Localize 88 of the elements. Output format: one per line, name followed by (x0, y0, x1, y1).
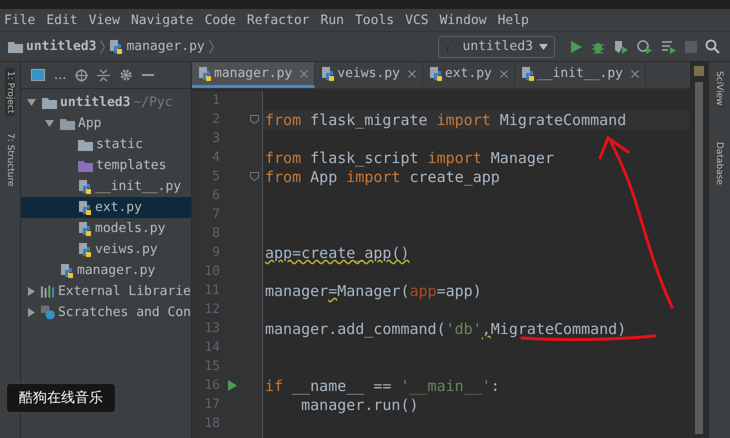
editor-tab[interactable]: __init__.py (514, 62, 646, 88)
folder-icon (8, 40, 23, 52)
menu-item[interactable]: Code (204, 12, 236, 28)
minimize-icon[interactable] (142, 74, 154, 76)
folder-icon (78, 160, 93, 172)
search-button[interactable] (705, 39, 720, 54)
folder-icon (78, 138, 93, 150)
python-icon (444, 40, 457, 54)
menu-item[interactable]: Window (440, 12, 487, 28)
close-icon[interactable] (300, 70, 308, 78)
tree-item[interactable]: templates (21, 155, 191, 176)
code-line: from App import create_app (265, 167, 500, 186)
python-file-icon (78, 220, 92, 236)
collapsed-arrow-icon[interactable] (27, 308, 36, 317)
scratches-icon (41, 305, 55, 320)
python-file-icon (60, 262, 74, 278)
code-line: manager.run() (300, 395, 419, 414)
menu-item[interactable]: Refactor (246, 12, 310, 28)
tree-item[interactable]: untitled3 ~/Pyc (21, 92, 191, 113)
tool-window-tab[interactable]: Database (714, 138, 724, 188)
code-line: app=create_app() (265, 243, 410, 262)
tree-item[interactable]: manager.py (21, 260, 191, 281)
fold-marker-icon[interactable] (250, 172, 258, 181)
tree-item[interactable]: models.py (21, 218, 191, 239)
inspection-status-icon (694, 66, 704, 76)
menu-item[interactable]: Navigate (130, 12, 194, 28)
locate-icon[interactable] (75, 68, 88, 82)
python-file-icon (198, 66, 212, 82)
tool-window-tab[interactable]: 7: Structure (5, 130, 15, 190)
tree-item[interactable]: __init__.py (21, 176, 191, 197)
python-file-icon (78, 178, 92, 194)
python-file-icon (78, 200, 92, 216)
close-icon[interactable] (408, 70, 416, 78)
fold-marker-icon[interactable] (250, 115, 258, 124)
tree-item[interactable]: Scratches and Con (21, 302, 191, 323)
breadcrumb[interactable]: untitled3 (8, 39, 96, 54)
tooltip: 酷狗在线音乐 (6, 383, 116, 413)
python-file-icon (520, 66, 535, 82)
tree-item[interactable]: ext.py (21, 197, 191, 218)
menu-item[interactable]: File (4, 12, 36, 28)
python-file-icon (78, 242, 92, 258)
tool-window-tab[interactable]: 1: Project (5, 68, 15, 116)
run-button[interactable] (569, 40, 583, 54)
editor-tab[interactable]: veiws.py (315, 62, 423, 88)
run-gutter-icon[interactable] (228, 380, 236, 391)
collapsed-arrow-icon[interactable] (27, 287, 36, 296)
menu-item[interactable]: Help (498, 12, 529, 28)
view-selector[interactable]: ... (54, 68, 66, 82)
editor-tab[interactable]: ext.py (422, 62, 515, 88)
tree-item[interactable]: App (21, 113, 191, 134)
close-icon[interactable] (500, 70, 508, 78)
collapse-icon[interactable] (97, 68, 110, 82)
caret-icon (539, 44, 548, 50)
close-icon[interactable] (630, 70, 639, 78)
menu-item[interactable]: Run (320, 12, 344, 28)
code-line: from flask_migrate import MigrateCommand (265, 110, 626, 129)
expanded-arrow-icon[interactable] (27, 98, 36, 107)
menu-item[interactable]: Tools (354, 12, 394, 28)
editor-tab[interactable]: manager.py (192, 62, 316, 88)
concurrency-button[interactable] (661, 40, 677, 54)
path-hint: ~/Pyc (133, 95, 173, 110)
code-line: manager=Manager(app=app) (265, 281, 482, 300)
coverage-button[interactable] (613, 40, 629, 54)
python-file-icon (109, 38, 124, 54)
profile-button[interactable] (637, 40, 653, 54)
menu-item[interactable]: Edit (46, 12, 78, 28)
tool-window-tab[interactable]: SciView (714, 68, 724, 109)
library-icon (41, 285, 55, 298)
tree-item[interactable]: veiws.py (21, 239, 191, 260)
code-line: from flask_script import Manager (265, 148, 554, 167)
code-line: manager.add_command('db',MigrateCommand) (265, 319, 626, 338)
project-view-icon (31, 69, 45, 81)
code-line: if __name__ == '__main__': (265, 376, 500, 395)
run-config-dropdown[interactable]: untitled3 (438, 36, 555, 58)
python-file-icon (321, 66, 336, 82)
folder-icon (42, 96, 57, 108)
python-file-icon (428, 66, 443, 82)
chevron-icon (100, 40, 106, 54)
folder-icon (60, 118, 75, 130)
chevron-icon (208, 40, 214, 54)
menu-item[interactable]: VCS (405, 12, 429, 28)
scrollbar-thumb[interactable] (695, 82, 703, 434)
expanded-arrow-icon[interactable] (45, 119, 54, 128)
settings-icon[interactable] (119, 68, 134, 82)
tree-item[interactable]: static (21, 134, 191, 155)
tree-item[interactable]: External Librarie (21, 281, 191, 302)
breadcrumb[interactable]: manager.py (109, 38, 205, 54)
menu-item[interactable]: View (88, 12, 120, 28)
